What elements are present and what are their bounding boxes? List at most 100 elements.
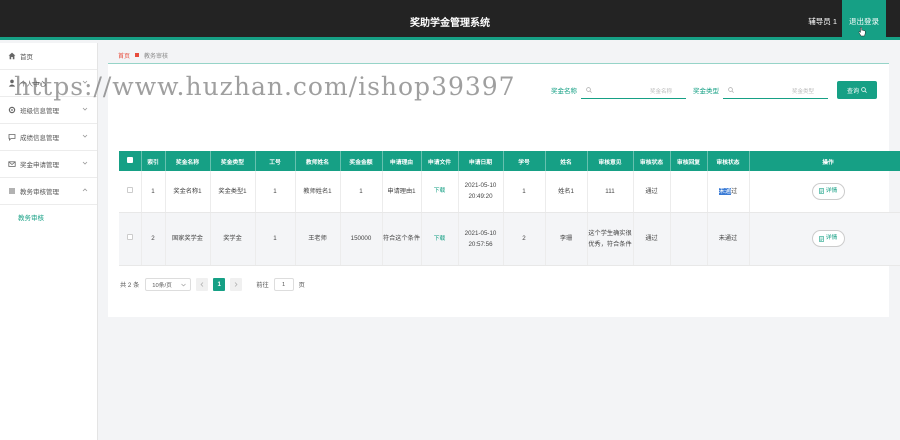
- goto-label: 前往: [256, 282, 269, 289]
- cell-status: 通过: [633, 171, 671, 213]
- column-header: 姓名: [545, 151, 588, 171]
- query-button[interactable]: 查询: [837, 81, 877, 99]
- sidebar-item-class-info[interactable]: 班级信息管理: [0, 97, 97, 124]
- goto-page-input[interactable]: 1: [273, 278, 294, 291]
- column-header: 申请文件: [421, 151, 459, 171]
- search-placeholder: 奖金名称: [649, 89, 672, 95]
- gear-icon: [8, 106, 16, 114]
- cell-review-status: 未通过: [707, 171, 750, 213]
- divider: [108, 63, 889, 64]
- column-header: 工号: [255, 151, 296, 171]
- chevron-down-icon: [82, 80, 88, 84]
- cell-review-status: 未通过: [707, 212, 750, 266]
- table-row: 2 国家奖学金 奖学金 1 王老师 150000 符合这个条件 下载 2021-…: [119, 212, 900, 266]
- pagination: 共 2 条 10条/页 1 前往 1 页: [120, 278, 305, 291]
- review-table: 索引 奖金名称 奖金类型 工号 教师姓名 奖金金额 申请理由 申请文件 申请日期…: [119, 151, 900, 266]
- sidebar-item-label: 成绩信息管理: [20, 135, 59, 142]
- search-input-type[interactable]: 奖金类型: [723, 81, 828, 99]
- page-size-select[interactable]: 10条/页: [145, 278, 192, 291]
- content-card: 奖金名称 奖金名称 奖金类型 奖金类型 查询 索引 奖金名称 奖金类型 工号 教…: [108, 63, 900, 317]
- row-checkbox[interactable]: [119, 212, 142, 266]
- sidebar-item-label: 个人中心: [20, 81, 46, 88]
- cell-amount: 150000: [340, 212, 383, 266]
- sidebar-subitem-review[interactable]: 教务审核: [0, 205, 97, 229]
- cell-student: 李珊: [545, 212, 588, 266]
- cell-file: 下载: [421, 171, 459, 213]
- chevron-left-icon: [200, 282, 204, 287]
- chevron-down-icon: [82, 107, 88, 111]
- sidebar-item-label: 教务审核管理: [20, 189, 59, 196]
- cell-reply: [670, 171, 708, 213]
- search-label-name: 奖金名称: [551, 88, 577, 95]
- download-link[interactable]: 下载: [434, 188, 446, 194]
- chevron-down-icon: [82, 134, 88, 138]
- sidebar-item-review[interactable]: 教务审核管理: [0, 178, 97, 205]
- home-icon: [8, 52, 16, 60]
- prev-page-button[interactable]: [196, 278, 209, 291]
- column-header: 审核意见: [587, 151, 634, 171]
- search-label-type: 奖金类型: [693, 88, 719, 95]
- document-icon: [818, 235, 824, 242]
- cell-type: 奖学金: [210, 212, 256, 266]
- sidebar-item-home[interactable]: 首页: [0, 43, 97, 70]
- cell-name: 国家奖学金: [165, 212, 211, 266]
- cell-status: 通过: [633, 212, 671, 266]
- chevron-right-icon: [235, 282, 238, 287]
- table-row: 1 奖金名称1 奖金类型1 1 教师姓名1 1 申请理由1 下载 2021-05…: [119, 171, 900, 213]
- cell-review-status-rest: 过: [731, 187, 738, 195]
- main-content: 首页 教务审核 奖金名称 奖金名称 奖金类型 奖金类型 查询 索引 奖金名称 奖…: [108, 43, 900, 317]
- page-unit: 页: [298, 282, 305, 289]
- download-link[interactable]: 下载: [434, 236, 446, 242]
- detail-button[interactable]: 详情: [811, 230, 845, 247]
- user-icon: [8, 79, 16, 87]
- mail-icon: [8, 161, 16, 167]
- cell-teacher: 王老师: [295, 212, 341, 266]
- column-header: 审核回复: [670, 151, 708, 171]
- cell-reply: [670, 212, 708, 266]
- breadcrumb-current: 教务审核: [144, 53, 169, 60]
- query-button-label: 查询: [846, 88, 859, 95]
- cell-work-no: 1: [255, 212, 296, 266]
- cell-teacher: 教师姓名1: [295, 171, 341, 213]
- cell-name: 奖金名称1: [165, 171, 211, 213]
- column-header: 申请理由: [382, 151, 422, 171]
- chevron-down-icon: [82, 161, 88, 165]
- search-icon: [586, 86, 592, 93]
- detail-button-label: 详情: [825, 235, 838, 241]
- cell-reason: 符合这个条件: [382, 212, 422, 266]
- table-header-row: 索引 奖金名称 奖金类型 工号 教师姓名 奖金金额 申请理由 申请文件 申请日期…: [119, 151, 900, 171]
- cell-student-no: 1: [503, 171, 546, 213]
- sidebar-item-grades[interactable]: 成绩信息管理: [0, 124, 97, 151]
- app-title: 奖助学金管理系统: [410, 18, 490, 29]
- document-icon: [818, 188, 824, 195]
- sidebar-item-label: 班级信息管理: [20, 108, 59, 115]
- cell-date: 2021-05-10 20:57:56: [458, 212, 504, 266]
- search-input-name[interactable]: 奖金名称: [581, 81, 686, 99]
- search-bar: 奖金名称 奖金名称 奖金类型 奖金类型 查询: [551, 81, 877, 99]
- detail-button[interactable]: 详情: [811, 182, 845, 200]
- page-number-current[interactable]: 1: [213, 278, 226, 291]
- search-icon: [728, 86, 734, 93]
- row-checkbox[interactable]: [119, 171, 142, 213]
- cell-work-no: 1: [255, 171, 296, 213]
- total-count: 共 2 条: [120, 282, 140, 289]
- detail-button-label: 详情: [825, 187, 838, 194]
- chevron-down-icon: [181, 283, 186, 287]
- cell-reason: 申请理由1: [382, 171, 422, 213]
- chat-icon: [8, 134, 16, 141]
- page-size-value: 10条/页: [152, 283, 172, 289]
- breadcrumb-separator-icon: [135, 53, 140, 57]
- breadcrumb-home[interactable]: 首页: [118, 51, 130, 60]
- sidebar-item-applications[interactable]: 奖金申请管理: [0, 151, 97, 178]
- selected-text: 未通: [718, 187, 732, 195]
- column-header: 奖金名称: [165, 151, 211, 171]
- search-placeholder: 奖金类型: [791, 89, 814, 95]
- select-all-checkbox[interactable]: [119, 151, 142, 171]
- chevron-up-icon: [82, 188, 88, 192]
- next-page-button[interactable]: [230, 278, 243, 291]
- sidebar-item-profile[interactable]: 个人中心: [0, 70, 97, 97]
- cell-type: 奖金类型1: [210, 171, 256, 213]
- cell-student: 姓名1: [545, 171, 588, 213]
- column-header: 奖金类型: [210, 151, 256, 171]
- column-header: 奖金金额: [340, 151, 383, 171]
